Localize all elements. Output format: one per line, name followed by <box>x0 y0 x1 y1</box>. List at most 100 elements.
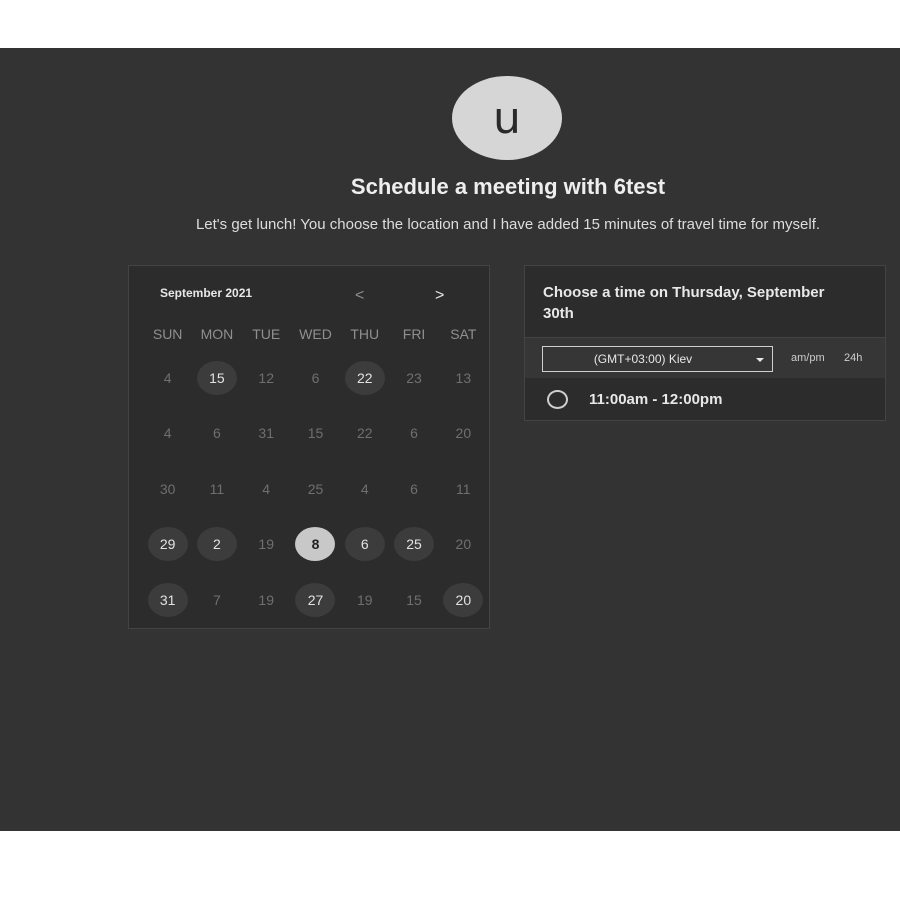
calendar-day-label: 23 <box>406 369 422 386</box>
meeting-description: Let's get lunch! You choose the location… <box>195 216 821 233</box>
calendar-day-label: 8 <box>295 527 336 562</box>
weekday-label: WED <box>299 326 332 342</box>
calendar-day-label: 11 <box>209 480 225 497</box>
calendar-day: 6 <box>291 361 340 395</box>
calendar-day-label: 19 <box>356 591 373 608</box>
calendar-grid: 4 15 12 6 22 23 13 4 6 31 15 22 6 20 30 11 4 25 4 6 11 29 2 19 8… <box>143 350 488 628</box>
time-slot[interactable]: 11:00am - 12:00pm <box>547 390 867 414</box>
calendar-day-label: 27 <box>295 582 336 617</box>
calendar-week: 4 6 31 15 22 6 20 <box>143 406 488 462</box>
calendar-day-label: 20 <box>443 582 484 617</box>
calendar-day: 11 <box>192 472 241 506</box>
calendar-day-label: 13 <box>455 369 472 386</box>
calendar-day-label: 19 <box>258 536 274 553</box>
avatar-initial: u <box>493 92 521 144</box>
calendar-day: 7 <box>192 583 241 617</box>
time-picker-panel: Choose a time on Thursday, September 30t… <box>524 265 886 421</box>
page-title: Schedule a meeting with 6test <box>350 174 666 199</box>
calendar-day-label: 20 <box>455 425 472 442</box>
calendar-day-label: 6 <box>311 369 320 386</box>
time-panel-heading: Choose a time on Thursday, September 30t… <box>543 284 825 322</box>
calendar-week: 4 15 12 6 22 23 13 <box>143 350 488 406</box>
calendar-day[interactable]: 8 <box>291 527 340 562</box>
format-24h-toggle[interactable]: 24h <box>844 352 862 364</box>
calendar-day: 13 <box>439 361 488 395</box>
calendar-day-label: 7 <box>213 591 221 608</box>
calendar-day-label: 4 <box>163 369 172 386</box>
scheduler-page: u Schedule a meeting with 6test Let's ge… <box>0 48 900 831</box>
calendar-day-label: 20 <box>455 536 472 553</box>
calendar-day: 19 <box>242 583 291 617</box>
chevron-right-icon[interactable]: > <box>435 287 444 305</box>
calendar-day: 4 <box>242 472 291 506</box>
calendar-day-label: 6 <box>213 425 221 442</box>
calendar-day-label: 6 <box>410 425 418 442</box>
weekday-label: SUN <box>152 326 183 342</box>
calendar-day: 20 <box>439 527 488 561</box>
calendar-day-label: 12 <box>258 369 274 386</box>
calendar-day[interactable]: 2 <box>192 527 241 562</box>
calendar-day-label: 22 <box>344 360 385 395</box>
calendar-day: 4 <box>143 361 192 395</box>
calendar-week: 31 7 19 27 19 15 20 <box>143 572 488 628</box>
weekday-header: SUN MON TUE WED THU FRI SAT <box>143 326 488 342</box>
calendar-month-label: September 2021 <box>160 286 253 300</box>
calendar-week: 30 11 4 25 4 6 11 <box>143 461 488 517</box>
calendar-day: 6 <box>192 416 241 450</box>
weekday-label: MON <box>200 326 234 342</box>
calendar-day-label: 4 <box>360 480 369 497</box>
calendar-day[interactable]: 27 <box>291 582 340 617</box>
calendar-day[interactable]: 15 <box>192 360 241 395</box>
calendar-day[interactable]: 22 <box>340 360 389 395</box>
calendar-day-label: 15 <box>196 360 237 395</box>
calendar-day: 31 <box>242 416 291 450</box>
caret-down-icon <box>756 358 764 362</box>
weekday-label: THU <box>350 326 380 342</box>
calendar-day: 12 <box>242 361 291 395</box>
calendar-day: 11 <box>439 472 488 506</box>
calendar-day-label: 15 <box>406 591 422 608</box>
calendar-day-label: 31 <box>258 425 274 442</box>
calendar-day[interactable]: 20 <box>439 582 488 617</box>
weekday-label: SAT <box>450 326 477 342</box>
calendar-week: 29 2 19 8 6 25 20 <box>143 517 488 573</box>
time-slot-label: 11:00am - 12:00pm <box>589 391 723 408</box>
calendar-day: 6 <box>389 472 438 506</box>
calendar-day-label: 25 <box>307 480 324 497</box>
calendar-day: 20 <box>439 416 488 450</box>
calendar-day: 6 <box>389 416 438 450</box>
timezone-value: (GMT+03:00) Kiev <box>593 352 693 366</box>
timezone-row: (GMT+03:00) Kiev am/pm 24h <box>525 338 885 378</box>
calendar-day-label: 6 <box>410 480 418 497</box>
calendar: September 2021 < > SUN MON TUE WED THU F… <box>128 265 490 629</box>
calendar-day: 30 <box>143 472 192 506</box>
calendar-day-label: 11 <box>456 480 471 497</box>
calendar-day[interactable]: 25 <box>389 527 438 562</box>
calendar-day[interactable]: 6 <box>340 527 389 562</box>
calendar-day-label: 4 <box>163 425 172 442</box>
calendar-day: 4 <box>340 472 389 506</box>
chevron-left-icon[interactable]: < <box>355 287 364 305</box>
time-panel-header: Choose a time on Thursday, September 30t… <box>525 266 885 338</box>
calendar-day: 23 <box>389 361 438 395</box>
calendar-day[interactable]: 29 <box>143 527 192 562</box>
weekday-label: TUE <box>252 326 281 342</box>
calendar-day: 19 <box>242 527 291 561</box>
calendar-day-label: 6 <box>344 527 385 562</box>
radio-icon[interactable] <box>547 390 568 409</box>
format-ampm-toggle[interactable]: am/pm <box>791 352 825 364</box>
avatar: u <box>452 76 562 160</box>
calendar-day-label: 2 <box>196 527 237 562</box>
calendar-day-label: 30 <box>159 480 176 497</box>
calendar-day: 19 <box>340 583 389 617</box>
timezone-select[interactable]: (GMT+03:00) Kiev <box>542 346 773 372</box>
calendar-day-label: 29 <box>147 527 188 562</box>
calendar-day-label: 19 <box>258 591 274 608</box>
calendar-day[interactable]: 31 <box>143 582 192 617</box>
calendar-day-label: 31 <box>147 582 188 617</box>
calendar-day-label: 25 <box>394 527 435 562</box>
calendar-day: 25 <box>291 472 340 506</box>
calendar-day: 22 <box>340 416 389 450</box>
calendar-day: 15 <box>291 416 340 450</box>
calendar-day-label: 22 <box>356 425 373 442</box>
